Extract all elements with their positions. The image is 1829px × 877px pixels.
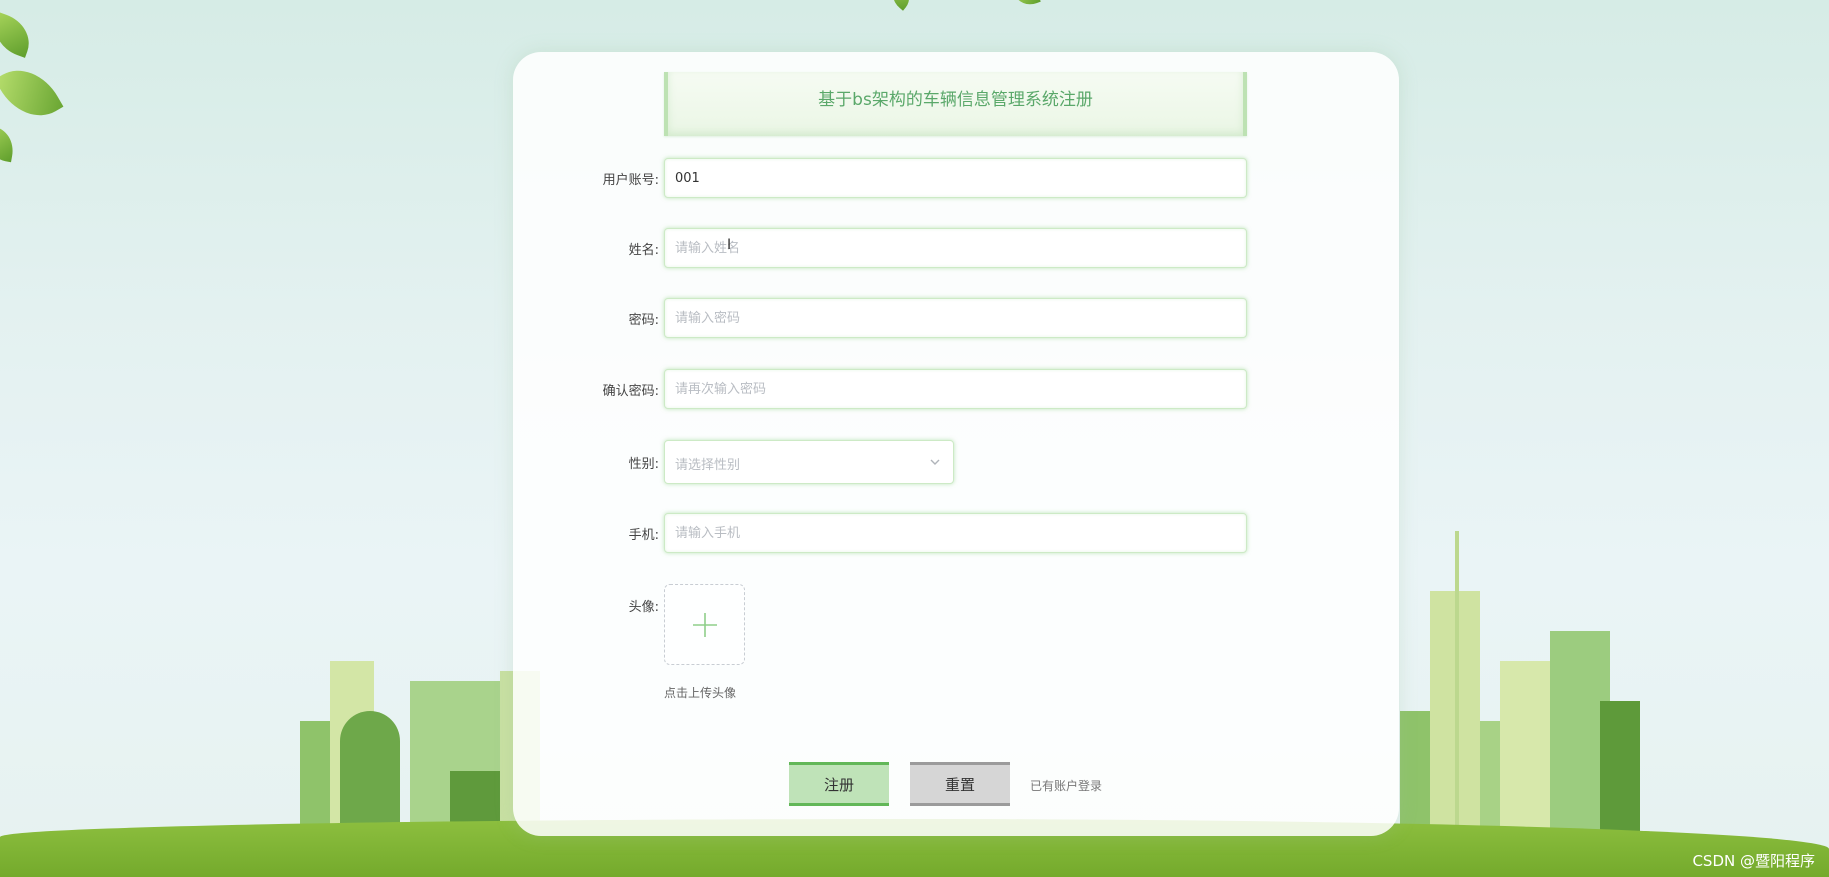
leaf-decoration: [0, 12, 37, 58]
action-row: 注册 重置 已有账户登录: [513, 762, 1399, 808]
leaf-decoration: [1013, 0, 1041, 10]
register-button[interactable]: 注册: [789, 762, 889, 806]
avatar-row: 头像: 点击上传头像: [513, 584, 1399, 714]
gender-select[interactable]: 请选择性别: [664, 440, 954, 484]
gender-label: 性别:: [628, 457, 659, 472]
password-input[interactable]: [664, 298, 1247, 338]
reset-button[interactable]: 重置: [910, 762, 1010, 806]
name-input[interactable]: [664, 228, 1247, 268]
i-beam-cursor-icon: Ⅰ: [727, 237, 732, 253]
name-label: 姓名:: [628, 243, 659, 258]
form-title-bar: 基于bs架构的车辆信息管理系统注册: [664, 72, 1247, 136]
plus-icon: [693, 613, 717, 637]
password-row: 密码:: [513, 298, 1399, 338]
confirm-password-input[interactable]: [664, 369, 1247, 409]
account-input[interactable]: [664, 158, 1247, 198]
avatar-upload[interactable]: [664, 584, 745, 665]
city-skyline-right: [1400, 531, 1660, 831]
phone-row: 手机:: [513, 513, 1399, 553]
register-card: 基于bs架构的车辆信息管理系统注册 用户账号: 姓名: 密码: 确认密码: 性别…: [513, 52, 1399, 836]
password-label: 密码:: [628, 313, 659, 328]
leaf-decoration: [0, 125, 17, 163]
gender-row: 性别: 请选择性别: [513, 440, 1399, 484]
confirm-password-row: 确认密码:: [513, 369, 1399, 409]
phone-input[interactable]: [664, 513, 1247, 553]
gender-placeholder: 请选择性别: [675, 458, 741, 473]
watermark: CSDN @暨阳程序: [1692, 852, 1815, 870]
account-row: 用户账号:: [513, 158, 1399, 198]
avatar-label: 头像:: [628, 600, 659, 615]
account-label: 用户账号:: [602, 173, 659, 188]
leaf-decoration: [886, 0, 916, 11]
city-skyline-left: [300, 651, 540, 831]
login-link[interactable]: 已有账户登录: [1030, 777, 1102, 794]
form-title: 基于bs架构的车辆信息管理系统注册: [818, 90, 1093, 110]
leaf-decoration: [0, 56, 64, 130]
confirm-password-label: 确认密码:: [602, 384, 659, 399]
phone-label: 手机:: [628, 528, 659, 543]
chevron-down-icon: [930, 459, 940, 465]
name-row: 姓名:: [513, 228, 1399, 268]
avatar-upload-hint: 点击上传头像: [664, 686, 737, 700]
